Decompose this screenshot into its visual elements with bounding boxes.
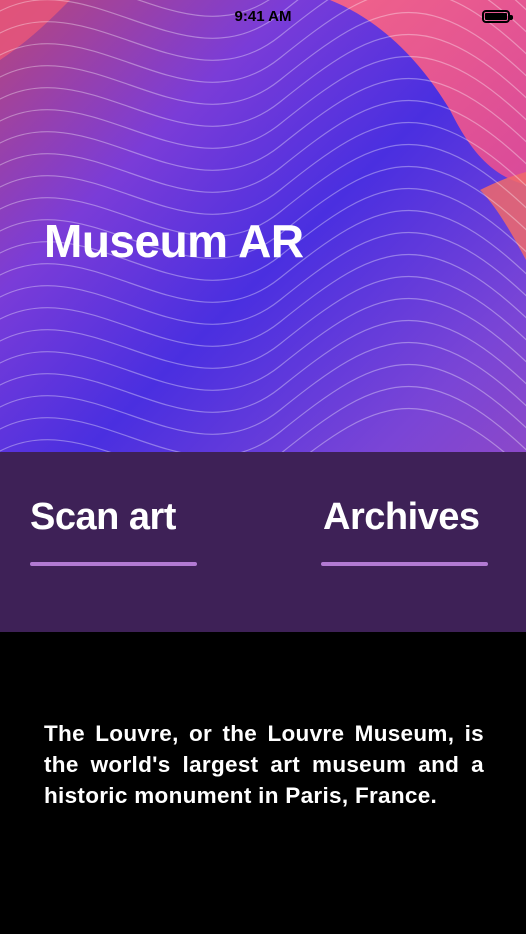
tab-scan-art-underline	[30, 562, 197, 566]
tab-archives-underline	[321, 562, 488, 566]
tab-scan-art[interactable]: Scan art	[30, 452, 210, 632]
app-screen: 9:41 AM Museum AR Scan art Archives The …	[0, 0, 526, 934]
app-title: Museum AR	[44, 215, 304, 267]
status-bar: 9:41 AM	[0, 0, 526, 34]
tab-bar: Scan art Archives	[0, 452, 526, 632]
status-time: 9:41 AM	[234, 8, 292, 25]
museum-description: The Louvre, or the Louvre Museum, is the…	[44, 721, 484, 808]
tab-scan-art-label: Scan art	[30, 496, 176, 538]
tab-archives[interactable]: Archives	[321, 452, 491, 632]
hero-banner: 9:41 AM Museum AR	[0, 0, 526, 452]
tab-archives-label: Archives	[323, 496, 480, 538]
battery-full-icon	[482, 10, 513, 23]
